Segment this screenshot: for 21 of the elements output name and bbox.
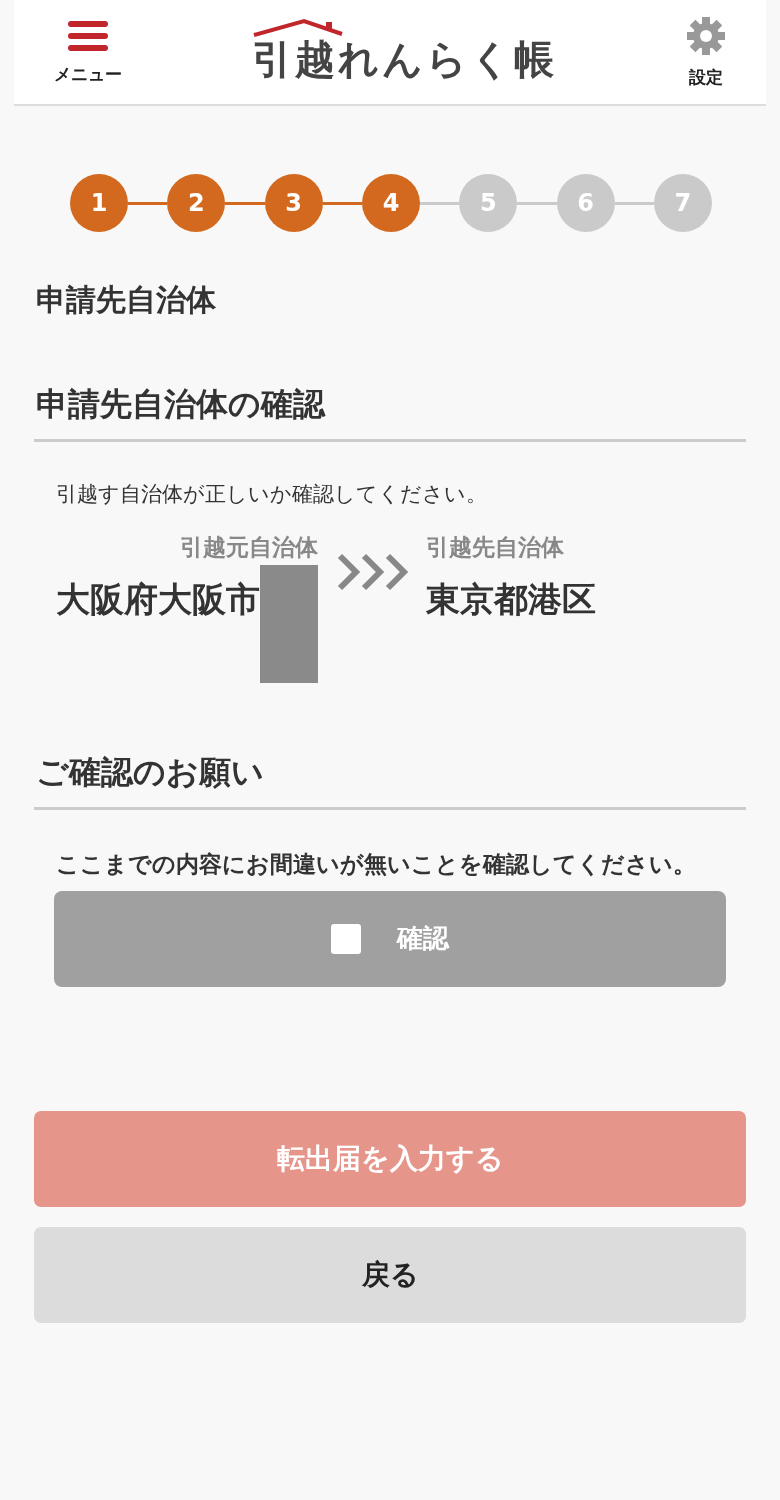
roof-icon bbox=[251, 17, 344, 38]
menu-button[interactable]: メニュー bbox=[54, 18, 122, 86]
back-button[interactable]: 戻る bbox=[34, 1226, 746, 1323]
step-circle: 1 bbox=[70, 174, 128, 232]
instruction-text: 引越す自治体が正しいか確認してください。 bbox=[56, 481, 488, 508]
step-circle: 3 bbox=[264, 174, 323, 232]
chevrons-icon bbox=[336, 552, 410, 592]
step-circle: 2 bbox=[167, 174, 226, 232]
settings-icon bbox=[686, 15, 726, 56]
origin-caption: 引越元自治体 bbox=[179, 533, 318, 562]
origin-name: 大阪府大阪市 bbox=[56, 578, 260, 621]
menu-icon bbox=[68, 18, 108, 53]
destination-caption: 引越先自治体 bbox=[426, 533, 565, 562]
destination-name: 東京都港区 bbox=[426, 578, 596, 621]
section-heading: ご確認のお願い bbox=[34, 751, 746, 810]
app-logo: 引越れんらく帳 bbox=[251, 34, 557, 84]
step-circle: 4 bbox=[362, 174, 420, 232]
settings-button[interactable]: 設定 bbox=[686, 15, 726, 89]
page-title: 申請先自治体 bbox=[36, 281, 217, 319]
section-heading: 申請先自治体の確認 bbox=[34, 383, 746, 442]
instruction-text: ここまでの内容にお間違いが無いことを確認してください。 bbox=[56, 850, 697, 879]
